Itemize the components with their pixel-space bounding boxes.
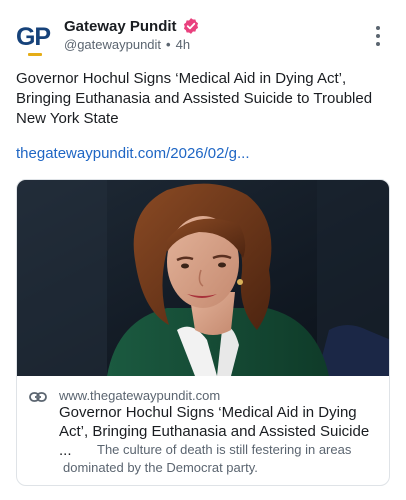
post-link[interactable]: thegatewaypundit.com/2026/02/g...	[16, 145, 250, 162]
meta-separator: •	[166, 37, 171, 52]
post-text: Governor Hochul Signs ‘Medical Aid in Dy…	[16, 70, 373, 127]
logo-underline	[27, 52, 42, 56]
link-chain-icon	[29, 390, 47, 404]
author-name-row: Gateway Pundit	[64, 16, 200, 36]
author-handle[interactable]: @gatewaypundit	[64, 37, 161, 52]
card-description: The culture of death is still festering …	[63, 442, 352, 475]
social-post: GP Gateway Pundit @gatewaypundit • 4h Go…	[0, 0, 406, 500]
post-timestamp[interactable]: 4h	[176, 37, 190, 52]
author-display-name[interactable]: Gateway Pundit	[64, 18, 177, 35]
author-meta-row: @gatewaypundit • 4h	[64, 37, 190, 52]
verified-badge-icon	[182, 17, 200, 35]
more-vertical-icon[interactable]	[371, 24, 385, 48]
avatar[interactable]: GP	[14, 18, 52, 56]
card-domain: www.thegatewaypundit.com	[59, 388, 221, 403]
card-image[interactable]	[17, 180, 389, 376]
gateway-pundit-logo: GP	[15, 22, 51, 56]
link-preview-card[interactable]: www.thegatewaypundit.com Governor Hochul…	[16, 179, 390, 486]
card-body: www.thegatewaypundit.com Governor Hochul…	[17, 376, 389, 485]
avatar-logo-text: GP	[15, 22, 51, 51]
